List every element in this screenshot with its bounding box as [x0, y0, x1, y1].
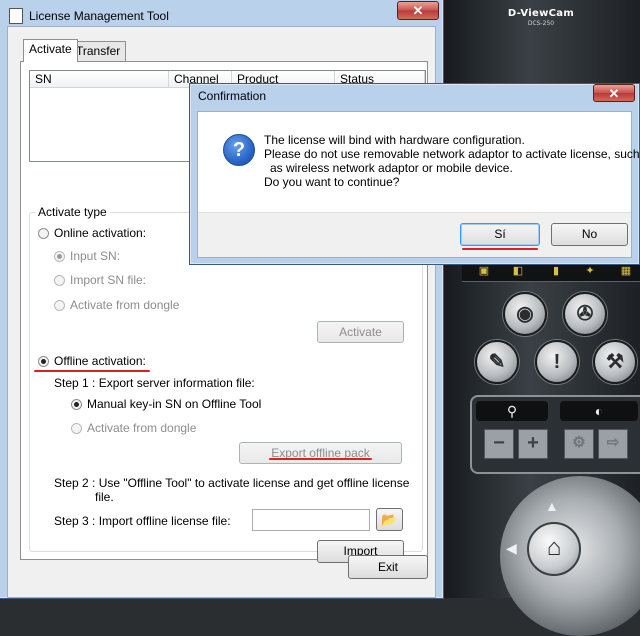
grid-icon[interactable]: ▦: [620, 265, 632, 278]
zoom-in-button[interactable]: +: [518, 429, 548, 459]
window-title: License Management Tool: [29, 9, 169, 23]
dialog-button-bar: Sí No: [198, 212, 631, 257]
wrench-button[interactable]: ⚒: [593, 340, 637, 384]
settings-tool-icon: ✎: [488, 351, 506, 373]
video-icon[interactable]: ◧: [512, 265, 524, 278]
confirmation-dialog: Confirmation ✕ ? The license will bind w…: [189, 83, 640, 265]
import-sn-file-radio[interactable]: [54, 275, 65, 286]
offline-dongle-radio[interactable]: [71, 423, 82, 434]
record-icon: ◉: [516, 303, 534, 325]
import-file-input[interactable]: [252, 509, 370, 531]
tab-activate[interactable]: Activate: [23, 39, 78, 62]
zoom-out-button[interactable]: −: [484, 429, 514, 459]
step1-label: Step 1 : Export server information file:: [54, 376, 255, 390]
import-sn-file-label: Import SN file:: [70, 273, 147, 287]
dialog-message-line: The license will bind with hardware conf…: [264, 133, 525, 147]
camera-model: DCS-250: [527, 20, 555, 27]
manual-keyin-label: Manual key-in SN on Offline Tool: [87, 397, 262, 411]
offline-activation-label: Offline activation:: [54, 354, 146, 368]
home-button[interactable]: ⌂: [527, 522, 581, 576]
home-icon: ⌂: [546, 534, 562, 561]
alert-icon: !: [553, 351, 561, 373]
alert-button[interactable]: !: [535, 340, 579, 384]
online-activation-label: Online activation:: [54, 226, 147, 240]
offline-dongle-label: Activate from dongle: [87, 421, 197, 435]
column-header-sn[interactable]: SN: [30, 71, 169, 88]
step3-label: Step 3 : Import offline license file:: [54, 514, 231, 528]
app-icon: [9, 8, 23, 24]
record-button[interactable]: ◉: [503, 292, 547, 336]
yes-button[interactable]: Sí: [460, 223, 540, 246]
annotation-underline: [34, 370, 150, 372]
satellite-icon[interactable]: ✦: [584, 265, 596, 278]
camera-focus-icon: ◐: [594, 403, 604, 419]
focus-header: ◐: [560, 401, 638, 421]
input-sn-label: Input SN:: [70, 249, 121, 263]
input-sn-radio[interactable]: [54, 251, 65, 262]
dialog-message: The license will bind with hardware conf…: [264, 133, 640, 189]
online-activation-radio[interactable]: [38, 228, 49, 239]
dialog-title: Confirmation: [198, 89, 267, 103]
camera-toolbar-strip: ▣ ◧ ▮ ✦ ▦: [462, 262, 640, 282]
phone-icon[interactable]: ▮: [550, 265, 562, 278]
dialog-message-line: Do you want to continue?: [264, 175, 400, 189]
annotation-underline: [462, 248, 538, 250]
online-dongle-label: Activate from dongle: [70, 298, 180, 312]
dialog-message-line: Please do not use removable network adap…: [264, 147, 640, 161]
question-icon: ?: [223, 134, 255, 166]
offline-activation-radio[interactable]: [38, 356, 49, 367]
pan-up-icon[interactable]: ▲: [545, 498, 559, 514]
window-close-button[interactable]: ✕: [397, 1, 439, 20]
magnifier-icon: ⚲: [506, 403, 518, 419]
exit-button[interactable]: Exit: [348, 555, 428, 579]
dialog-client-area: ? The license will bind with hardware co…: [197, 111, 640, 258]
film-reel-icon: ✇: [576, 303, 594, 325]
dialog-close-button[interactable]: ✕: [593, 84, 635, 102]
activate-type-label: Activate type: [35, 205, 110, 219]
film-reel-button[interactable]: ✇: [563, 292, 607, 336]
tab-transfer[interactable]: Transfer: [70, 41, 127, 62]
export-offline-pack-button[interactable]: Export offline pack: [239, 442, 402, 464]
zoom-focus-panel: ⚲ ◐ − + ⚙ ⇨: [470, 395, 640, 474]
zoom-header: ⚲: [476, 401, 548, 421]
step2-label-line2: file.: [95, 490, 114, 504]
monitor-icon[interactable]: ▣: [478, 265, 490, 278]
folder-open-icon: 📂: [381, 512, 398, 527]
pan-left-icon[interactable]: ◀: [506, 540, 517, 557]
dialog-message-line: as wireless network adaptor or mobile de…: [270, 161, 513, 175]
browse-folder-button[interactable]: 📂: [376, 508, 403, 531]
camera-logo: D-ViewCam DCS-250: [506, 8, 576, 27]
online-dongle-radio[interactable]: [54, 300, 65, 311]
annotation-underline: [269, 458, 372, 460]
camera-brand: D-ViewCam: [507, 8, 575, 19]
wrench-icon: ⚒: [606, 351, 624, 373]
focus-far-button[interactable]: ⇨: [598, 429, 628, 459]
settings-tool-button[interactable]: ✎: [475, 340, 519, 384]
step2-label-line1: Step 2 : Use "Offline Tool" to activate …: [54, 476, 410, 490]
activate-button[interactable]: Activate: [317, 321, 404, 343]
focus-near-button[interactable]: ⚙: [564, 429, 594, 459]
no-button[interactable]: No: [551, 223, 628, 246]
manual-keyin-radio[interactable]: [71, 399, 82, 410]
